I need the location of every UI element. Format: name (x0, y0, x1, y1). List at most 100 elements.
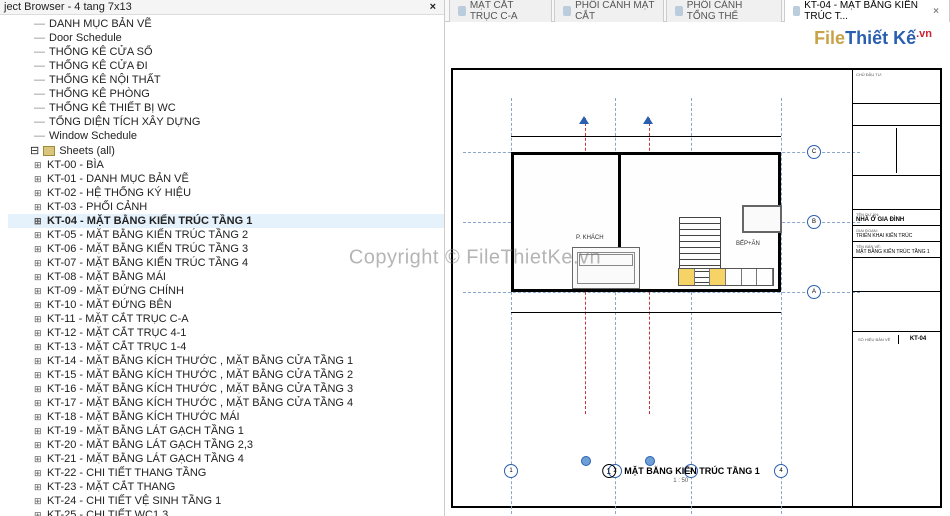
tab-label: PHỐI CẢNH MẶT CẮT (575, 0, 655, 22)
tree-item-sheet[interactable]: ⊞KT-12 - MẶT CẮT TRỤC 4-1 (8, 326, 444, 340)
tab-label: KT-04 - MẶT BẰNG KIẾN TRÚC T... (804, 0, 927, 22)
view-title: MẶT BẰNG KIẾN TRÚC TẦNG 1 (624, 466, 760, 476)
tree-item-sheet[interactable]: ⊞KT-14 - MẶT BẰNG KÍCH THƯỚC , MẶT BẰNG … (8, 354, 444, 368)
sheet-icon (563, 6, 571, 16)
sheet-number: KT-04 (899, 336, 937, 342)
tree-item-sheet[interactable]: ⊞KT-08 - MẶT BẰNG MÁI (8, 270, 444, 284)
tab-label: PHỐI CẢNH TỔNG THỂ (687, 0, 773, 22)
tree-group-sheets[interactable]: ⊟ Sheets (all) (8, 143, 444, 158)
tree-item-sheet[interactable]: ⊞KT-17 - MẶT BẰNG KÍCH THƯỚC , MẶT BẰNG … (8, 396, 444, 410)
tree-item-schedule[interactable]: —THỐNG KÊ PHÒNG (8, 87, 444, 101)
tree-item-label: KT-17 - MẶT BẰNG KÍCH THƯỚC , MẶT BẰNG C… (47, 397, 353, 409)
drawing-viewport[interactable]: FileThiết Kế.vn 1 2 3 (445, 22, 950, 516)
grid-bubble: 1 (504, 464, 518, 478)
tree-item-sheet[interactable]: ⊞KT-05 - MẶT BẰNG KIẾN TRÚC TẦNG 2 (8, 228, 444, 242)
tree-item-label: THỐNG KÊ CỬA ĐI (49, 60, 148, 72)
tree-item-label: TỔNG DIỆN TÍCH XÂY DỰNG (49, 116, 200, 128)
tree-item-schedule[interactable]: —Window Schedule (8, 129, 444, 143)
expand-icon: ⊞ (34, 440, 44, 451)
tree-item-label: KT-12 - MẶT CẮT TRỤC 4-1 (47, 327, 186, 339)
expand-icon: ⊞ (34, 496, 44, 507)
tab-label: MẶT CẮT TRỤC C-A (470, 0, 543, 22)
tree-item-sheet[interactable]: ⊞KT-09 - MẶT ĐỨNG CHÍNH (8, 284, 444, 298)
tree-item-sheet[interactable]: ⊞KT-24 - CHI TIẾT VỆ SINH TẦNG 1 (8, 494, 444, 508)
tree-item-sheet[interactable]: ⊞KT-22 - CHI TIẾT THANG TẦNG (8, 466, 444, 480)
tree-item-label: KT-15 - MẶT BẰNG KÍCH THƯỚC , MẶT BẰNG C… (47, 369, 353, 381)
expand-icon: ⊞ (34, 160, 44, 171)
tree-leaf-icon: — (34, 18, 46, 30)
expand-icon: ⊞ (34, 258, 44, 269)
expand-icon: ⊞ (34, 370, 44, 381)
expand-icon: ⊞ (34, 510, 44, 516)
main-area: MẶT CẮT TRỤC C-A PHỐI CẢNH MẶT CẮT PHỐI CẢ… (445, 0, 950, 516)
expand-icon: ⊞ (34, 202, 44, 213)
watermark-logo: FileThiết Kế.vn (814, 28, 932, 49)
tree-item-schedule[interactable]: —Door Schedule (8, 31, 444, 45)
title-block: CHỦ ĐẦU TƯ: TÊN DỰ ÁN:NHÀ Ở GIA ĐÌNH GIA… (852, 70, 940, 506)
tree-item-label: KT-25 - CHI TIẾT WC1,3 (47, 509, 168, 516)
tree-item-schedule[interactable]: —DANH MỤC BẢN VẼ (8, 17, 444, 31)
drawing-sheet: 1 2 3 4 C B A (451, 68, 942, 508)
tree-item-sheet[interactable]: ⊞KT-18 - MẶT BẰNG KÍCH THƯỚC MÁI (8, 410, 444, 424)
expand-icon: ⊞ (34, 398, 44, 409)
section-marker-icon (581, 456, 591, 466)
building-outline: P. KHÁCH BẾP+ĂN (511, 152, 781, 292)
tree-item-schedule[interactable]: —TỔNG DIỆN TÍCH XÂY DỰNG (8, 115, 444, 129)
tree-item-sheet[interactable]: ⊞KT-16 - MẶT BẰNG KÍCH THƯỚC , MẶT BẰNG … (8, 382, 444, 396)
tree-item-label: KT-00 - BÌA (47, 159, 104, 171)
sofa-symbol (572, 247, 640, 289)
grid-bubble: 4 (774, 464, 788, 478)
panel-title: ject Browser - 4 tang 7x13 (4, 1, 132, 13)
tree-item-sheet[interactable]: ⊞KT-20 - MẶT BẰNG LÁT GẠCH TẦNG 2,3 (8, 438, 444, 452)
tree-item-label: KT-24 - CHI TIẾT VỆ SINH TẦNG 1 (47, 495, 221, 507)
project-browser-panel[interactable]: ject Browser - 4 tang 7x13 × —DANH MỤC B… (0, 0, 445, 516)
tree-item-sheet[interactable]: ⊞KT-01 - DANH MỤC BẢN VẼ (8, 172, 444, 186)
expand-icon: ⊞ (34, 174, 44, 185)
tree-item-sheet[interactable]: ⊞KT-21 - MẶT BẰNG LÁT GẠCH TẦNG 4 (8, 452, 444, 466)
tree-item-sheet[interactable]: ⊞KT-13 - MẶT CẮT TRỤC 1-4 (8, 340, 444, 354)
tree-item-schedule[interactable]: —THỐNG KÊ CỬA ĐI (8, 59, 444, 73)
tree-item-label: KT-23 - MẶT CẮT THANG (47, 481, 175, 493)
tree-leaf-icon: — (34, 60, 46, 72)
tree-item-sheet[interactable]: ⊞KT-07 - MẶT BẰNG KIẾN TRÚC TẦNG 4 (8, 256, 444, 270)
tree-item-sheet[interactable]: ⊞KT-02 - HỆ THỐNG KÝ HIỆU (8, 186, 444, 200)
tree-item-label: KT-20 - MẶT BẰNG LÁT GẠCH TẦNG 2,3 (47, 439, 253, 451)
expand-icon: ⊞ (34, 384, 44, 395)
dimension-line (511, 312, 781, 313)
tree-item-label: KT-21 - MẶT BẰNG LÁT GẠCH TẦNG 4 (47, 453, 244, 465)
tree-item-sheet[interactable]: ⊞KT-15 - MẶT BẰNG KÍCH THƯỚC , MẶT BẰNG … (8, 368, 444, 382)
tab-close-button[interactable]: × (931, 6, 941, 17)
group-label: Sheets (all) (59, 145, 115, 157)
expand-icon: ⊞ (34, 188, 44, 199)
tree-item-label: KT-06 - MẶT BẰNG KIẾN TRÚC TẦNG 3 (47, 243, 248, 255)
grid-bubble: B (807, 215, 821, 229)
tree-item-sheet[interactable]: ⊞KT-00 - BÌA (8, 158, 444, 172)
panel-close-button[interactable]: × (426, 1, 440, 13)
section-marker-icon (579, 116, 589, 124)
expand-icon: ⊞ (34, 356, 44, 367)
tree-item-sheet[interactable]: ⊞KT-25 - CHI TIẾT WC1,3 (8, 508, 444, 516)
tree-item-sheet[interactable]: ⊞KT-11 - MẶT CẮT TRỤC C-A (8, 312, 444, 326)
tree-item-schedule[interactable]: —THỐNG KÊ THIẾT BỊ WC (8, 101, 444, 115)
expand-icon: ⊞ (34, 454, 44, 465)
tree-item-sheet[interactable]: ⊞KT-06 - MẶT BẰNG KIẾN TRÚC TẦNG 3 (8, 242, 444, 256)
tree-item-sheet[interactable]: ⊞KT-03 - PHỐI CẢNH (8, 200, 444, 214)
expand-icon: ⊞ (34, 230, 44, 241)
tree-item-schedule[interactable]: —THỐNG KÊ NỘI THẤT (8, 73, 444, 87)
folder-icon (43, 146, 55, 156)
tree-item-sheet[interactable]: ⊞KT-04 - MẶT BẰNG KIẾN TRÚC TẦNG 1 (8, 214, 444, 228)
view-tabs: MẶT CẮT TRỤC C-A PHỐI CẢNH MẶT CẮT PHỐI CẢ… (445, 0, 950, 22)
tree-leaf-icon: — (34, 46, 46, 58)
tree-item-sheet[interactable]: ⊞KT-10 - MẶT ĐỨNG BÊN (8, 298, 444, 312)
view-scale: 1 : 50 (602, 478, 760, 484)
grid-bubble: A (807, 285, 821, 299)
expand-icon: ⊞ (34, 426, 44, 437)
section-marker-icon (643, 116, 653, 124)
project-tree: —DANH MỤC BẢN VẼ—Door Schedule—THỐNG KÊ … (0, 15, 444, 516)
tree-item-label: KT-09 - MẶT ĐỨNG CHÍNH (47, 285, 184, 297)
tree-item-label: KT-05 - MẶT BẰNG KIẾN TRÚC TẦNG 2 (47, 229, 248, 241)
tree-item-sheet[interactable]: ⊞KT-19 - MẶT BẰNG LÁT GẠCH TẦNG 1 (8, 424, 444, 438)
tree-item-sheet[interactable]: ⊞KT-23 - MẶT CẮT THANG (8, 480, 444, 494)
tree-leaf-icon: — (34, 116, 46, 128)
tree-item-schedule[interactable]: —THỐNG KÊ CỬA SỔ (8, 45, 444, 59)
